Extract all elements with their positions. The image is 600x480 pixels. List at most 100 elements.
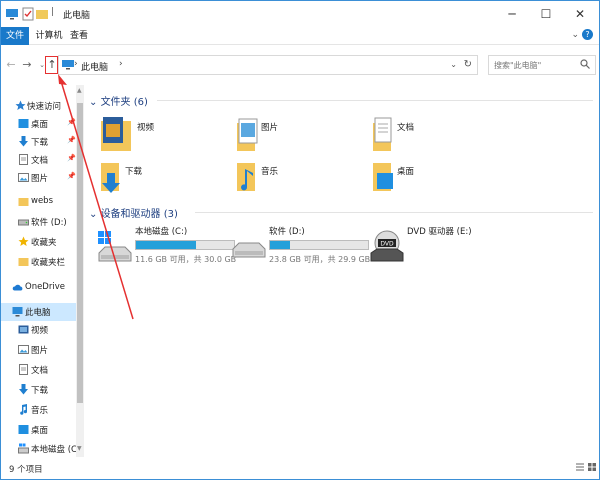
folder-label: 图片 xyxy=(261,123,279,133)
close-button[interactable]: ✕ xyxy=(563,1,597,27)
sidebar-item-label: 软件 (D:) xyxy=(31,218,67,228)
sidebar-item-drive-d[interactable]: 软件 (D:) xyxy=(1,213,77,231)
minimize-button[interactable]: ─ xyxy=(495,1,529,27)
picture-icon xyxy=(18,173,29,182)
drive-icon xyxy=(232,242,266,258)
breadcrumb-separator-icon[interactable]: › xyxy=(74,59,78,69)
details-view-icon[interactable] xyxy=(575,462,585,472)
folder-icon[interactable] xyxy=(35,7,49,21)
forward-button[interactable]: → xyxy=(21,57,33,73)
refresh-icon[interactable]: ↻ xyxy=(464,59,472,70)
folder-label: 桌面 xyxy=(397,167,415,177)
scroll-up-icon[interactable]: ▲ xyxy=(77,87,82,94)
windows-drive-icon xyxy=(98,231,132,262)
sidebar-item-onedrive[interactable]: OneDrive xyxy=(1,279,77,297)
sidebar-item-downloads-pc[interactable]: 下载 xyxy=(1,381,77,399)
search-input[interactable]: 搜索"此电脑" xyxy=(488,55,596,75)
cloud-icon xyxy=(12,284,23,291)
folder-desktop[interactable]: 桌面 xyxy=(371,159,511,199)
document-icon xyxy=(19,364,28,375)
drive-d[interactable]: 软件 (D:) 23.8 GB 可用，共 29.9 GB xyxy=(231,225,371,275)
sidebar-item-label: 图片 xyxy=(31,346,49,356)
drives-section-header[interactable]: ⌄ 设备和驱动器 (3) xyxy=(89,205,178,220)
pin-icon[interactable]: 📌 xyxy=(67,136,76,144)
sidebar-item-downloads[interactable]: 下载 📌 xyxy=(1,133,77,151)
drive-usage-fill xyxy=(270,241,290,249)
status-bar: 9 个项目 xyxy=(1,457,599,479)
ribbon-expand-icon[interactable]: ⌄ xyxy=(571,30,579,40)
download-icon xyxy=(19,384,28,395)
desktop-icon xyxy=(18,119,29,128)
sidebar-item-label: 桌面 xyxy=(31,120,49,130)
help-icon[interactable]: ? xyxy=(582,29,593,40)
drive-usage-bar xyxy=(269,240,369,250)
sidebar-item-music[interactable]: 音乐 xyxy=(1,401,77,419)
sidebar-item-desktop[interactable]: 桌面 📌 xyxy=(1,115,77,133)
sidebar-item-label: 图片 xyxy=(31,174,49,184)
sidebar-item-pictures[interactable]: 图片 📌 xyxy=(1,169,77,187)
sidebar-item-videos[interactable]: 视频 xyxy=(1,321,77,339)
folder-downloads[interactable]: 下载 xyxy=(99,159,239,199)
desktop-icon xyxy=(18,425,29,434)
breadcrumb-separator-icon[interactable]: › xyxy=(119,59,123,69)
drive-label: DVD 驱动器 (E:) xyxy=(407,227,472,237)
sidebar-item-quick-access[interactable]: 快速访问 xyxy=(1,97,77,115)
sidebar-item-desktop-pc[interactable]: 桌面 xyxy=(1,421,77,439)
sidebar-scrollbar-thumb[interactable] xyxy=(77,103,83,403)
download-icon xyxy=(19,136,28,147)
up-button[interactable]: ↑ xyxy=(46,57,58,73)
drive-label: 软件 (D:) xyxy=(269,227,305,237)
qat-separator: | xyxy=(51,7,55,17)
folders-header-label: 文件夹 (6) xyxy=(100,97,148,108)
sidebar-item-favorites[interactable]: 收藏夹 xyxy=(1,233,77,251)
video-folder-icon xyxy=(101,117,131,151)
pin-icon[interactable]: 📌 xyxy=(67,118,76,126)
folder-pictures[interactable]: 图片 xyxy=(235,115,375,155)
title-bar: | 此电脑 ─ ☐ ✕ xyxy=(1,1,599,27)
video-icon xyxy=(18,325,29,334)
tab-file[interactable]: 文件 xyxy=(1,27,29,45)
scroll-down-icon[interactable]: ▼ xyxy=(77,445,82,452)
sidebar-item-pictures-pc[interactable]: 图片 xyxy=(1,341,77,359)
pin-icon[interactable]: 📌 xyxy=(67,154,76,162)
sidebar-item-label: 下载 xyxy=(31,138,49,148)
folder-videos[interactable]: 视频 xyxy=(99,115,239,155)
folder-music[interactable]: 音乐 xyxy=(235,159,375,199)
search-icon[interactable] xyxy=(580,59,590,69)
breadcrumb[interactable]: 此电脑 xyxy=(81,60,108,73)
sidebar-item-this-pc[interactable]: 此电脑 xyxy=(1,303,77,321)
folder-label: 下载 xyxy=(125,167,143,177)
checklist-icon[interactable] xyxy=(21,7,35,21)
sidebar-item-documents-pc[interactable]: 文档 xyxy=(1,361,77,379)
music-icon xyxy=(20,404,28,415)
sidebar-item-label: 文档 xyxy=(31,156,49,166)
folder-icon xyxy=(18,198,29,206)
tab-view[interactable]: 查看 xyxy=(67,27,91,45)
svg-text:DVD: DVD xyxy=(380,241,394,248)
drive-e[interactable]: DVD DVD 驱动器 (E:) xyxy=(369,225,509,275)
sidebar-item-label: 此电脑 xyxy=(25,308,51,318)
tab-computer[interactable]: 计算机 xyxy=(35,27,63,45)
sidebar-item-label: 视频 xyxy=(31,326,49,336)
address-dropdown-icon[interactable]: ⌄ xyxy=(450,60,457,69)
computer-icon xyxy=(12,307,23,317)
picture-icon xyxy=(18,345,29,354)
sidebar-item-label: 桌面 xyxy=(31,426,49,436)
pin-icon[interactable]: 📌 xyxy=(67,172,76,180)
address-bar[interactable]: › 此电脑 › ⌄ ↻ xyxy=(58,55,478,75)
sidebar-item-documents[interactable]: 文档 📌 xyxy=(1,151,77,169)
section-divider xyxy=(157,100,593,101)
document-icon xyxy=(19,154,28,165)
computer-icon xyxy=(62,60,74,70)
folders-section-header[interactable]: ⌄ 文件夹 (6) xyxy=(89,93,148,108)
star-icon xyxy=(18,236,29,246)
folder-documents[interactable]: 文档 xyxy=(371,115,511,155)
large-icons-view-icon[interactable] xyxy=(587,462,597,472)
sidebar-item-favorites-bar[interactable]: 收藏夹栏 xyxy=(1,253,77,271)
drive-c[interactable]: 本地磁盘 (C:) 11.6 GB 可用，共 30.0 GB xyxy=(97,225,237,275)
sidebar-item-webs[interactable]: webs xyxy=(1,193,77,211)
maximize-button[interactable]: ☐ xyxy=(529,1,563,27)
sidebar-item-drive-c[interactable]: 本地磁盘 (C:) xyxy=(1,440,83,457)
back-button[interactable]: ← xyxy=(5,57,17,73)
navigation-pane: 快速访问 桌面 📌 下载 📌 文档 📌 图片 📌 webs 软件 (D:) 收藏… xyxy=(1,85,85,457)
